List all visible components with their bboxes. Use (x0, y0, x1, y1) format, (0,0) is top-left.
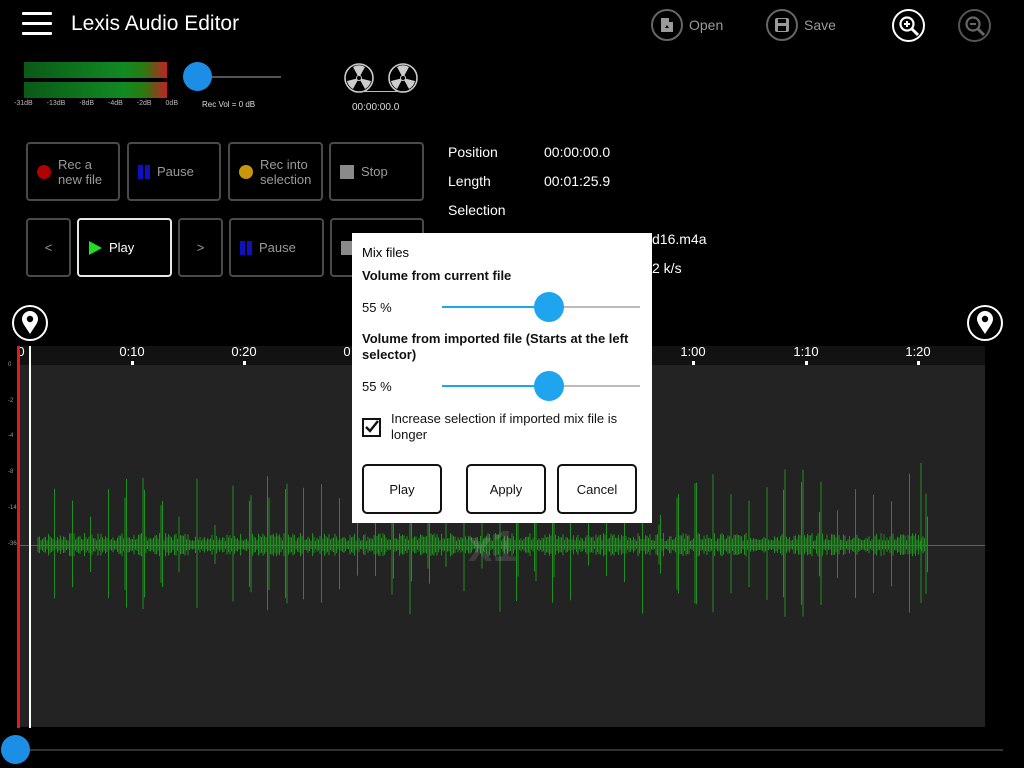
vol-imported-percent: 55 % (362, 379, 392, 394)
timeline-tick: 0:20 (231, 344, 257, 359)
timeline-tick: 0 (343, 344, 351, 359)
app-title: Lexis Audio Editor (71, 12, 240, 35)
dialog-apply-button[interactable]: Apply (466, 464, 546, 514)
left-selector-marker[interactable] (11, 304, 49, 342)
record-icon (239, 164, 253, 179)
next-label: > (196, 240, 205, 255)
time-display: 00:00:00.0 (352, 102, 400, 113)
vol-current-percent: 55 % (362, 300, 392, 315)
pause-record-button[interactable]: Pause (127, 142, 221, 201)
zoom-out-button[interactable] (958, 9, 991, 42)
play-button[interactable]: Play (77, 218, 172, 277)
stop-button[interactable]: Stop (329, 142, 424, 201)
vol-imported-label: Volume from imported file (Starts at the… (362, 331, 629, 362)
horizontal-scrollbar[interactable] (15, 749, 1003, 751)
zoom-in-icon (898, 15, 919, 36)
vol-current-knob[interactable] (534, 292, 564, 322)
db-label: -8 (8, 469, 14, 475)
tape-line (360, 91, 404, 92)
pause-icon (138, 164, 150, 179)
selection-cursor[interactable] (29, 346, 31, 728)
dialog-cancel-button[interactable]: Cancel (557, 464, 637, 514)
meter-tick: -2dB (136, 100, 152, 107)
scroll-knob[interactable] (1, 735, 30, 764)
tape-reel-icon (388, 63, 418, 93)
db-label: -36 (8, 541, 17, 547)
dialog-play-button[interactable]: Play (362, 464, 442, 514)
dialog-title: Mix files (362, 245, 409, 260)
db-label: -14 (8, 505, 17, 511)
rec-into-selection-button[interactable]: Rec into selection (228, 142, 323, 201)
play-icon (89, 240, 102, 255)
meter-tick: -31dB (14, 100, 33, 107)
meter-tick: 0dB (165, 100, 178, 107)
rec-into-selection-label: Rec into selection (260, 156, 312, 187)
position-key: Position (448, 144, 498, 160)
length-value: 00:01:25.9 (544, 173, 611, 189)
rec-new-file-label: Rec a new file (58, 156, 103, 187)
db-label: -4 (8, 433, 14, 439)
bitrate-value: 2 k/s (652, 260, 682, 276)
stop-icon (340, 164, 354, 179)
vol-imported-fill (442, 385, 549, 387)
prev-label: < (44, 240, 53, 255)
right-selector-marker[interactable] (966, 304, 1004, 342)
meter-tick: -13dB (46, 100, 66, 107)
length-key: Length (448, 173, 491, 189)
meter-tick: -4dB (108, 100, 123, 107)
next-button[interactable]: > (178, 218, 223, 277)
checkmark-icon (365, 420, 379, 433)
tape-reel-icon (344, 63, 374, 93)
record-icon (37, 164, 51, 179)
vol-imported-knob[interactable] (534, 371, 564, 401)
increase-selection-checkbox[interactable] (362, 418, 381, 437)
zoom-out-icon (964, 15, 985, 36)
pause-icon (240, 240, 252, 255)
timeline-tick: 0:10 (119, 344, 145, 359)
open-button[interactable]: Open (651, 9, 723, 41)
vol-current-fill (442, 306, 549, 308)
hamburger-icon (22, 12, 52, 15)
increase-selection-label: Increase selection if imported mix file … (391, 411, 618, 442)
save-label: Save (804, 17, 836, 33)
open-label: Open (689, 17, 724, 33)
selection-key: Selection (448, 202, 506, 218)
rec-volume-knob[interactable] (183, 62, 212, 91)
mix-files-dialog: Mix files Volume from current file 55 % … (352, 233, 652, 523)
meter-tick: -8dB (79, 100, 95, 107)
menu-button[interactable] (22, 10, 54, 38)
vol-current-label: Volume from current file (362, 268, 512, 283)
zoom-in-button[interactable] (892, 9, 925, 42)
rec-volume-label: Rec Vol = 0 dB (202, 100, 256, 109)
db-label: -2 (8, 398, 14, 404)
pause-play-button[interactable]: Pause (229, 218, 324, 277)
playhead-cursor[interactable] (17, 346, 20, 728)
rec-new-file-button[interactable]: Rec a new file (26, 142, 120, 201)
save-floppy-icon (766, 9, 798, 41)
play-label: Play (109, 240, 135, 255)
position-value: 00:00:00.0 (544, 144, 611, 160)
stop-label: Stop (361, 164, 388, 179)
open-file-icon (651, 9, 683, 41)
timeline-tick: 1:00 (680, 344, 706, 359)
db-label: 0 (8, 362, 12, 368)
save-button[interactable]: Save (766, 9, 836, 41)
file-value: d16.m4a (652, 231, 707, 247)
meter-scale: -31dB -13dB -8dB -4dB -2dB 0dB (14, 100, 178, 107)
zoom-indicator: x1 (468, 522, 517, 571)
timeline-tick: 1:20 (905, 344, 931, 359)
timeline-tick: 1:10 (793, 344, 819, 359)
level-meter-right (24, 82, 167, 98)
pause-play-label: Pause (259, 240, 296, 255)
pause-record-label: Pause (157, 164, 194, 179)
prev-button[interactable]: < (26, 218, 71, 277)
level-meter-left (24, 62, 167, 78)
